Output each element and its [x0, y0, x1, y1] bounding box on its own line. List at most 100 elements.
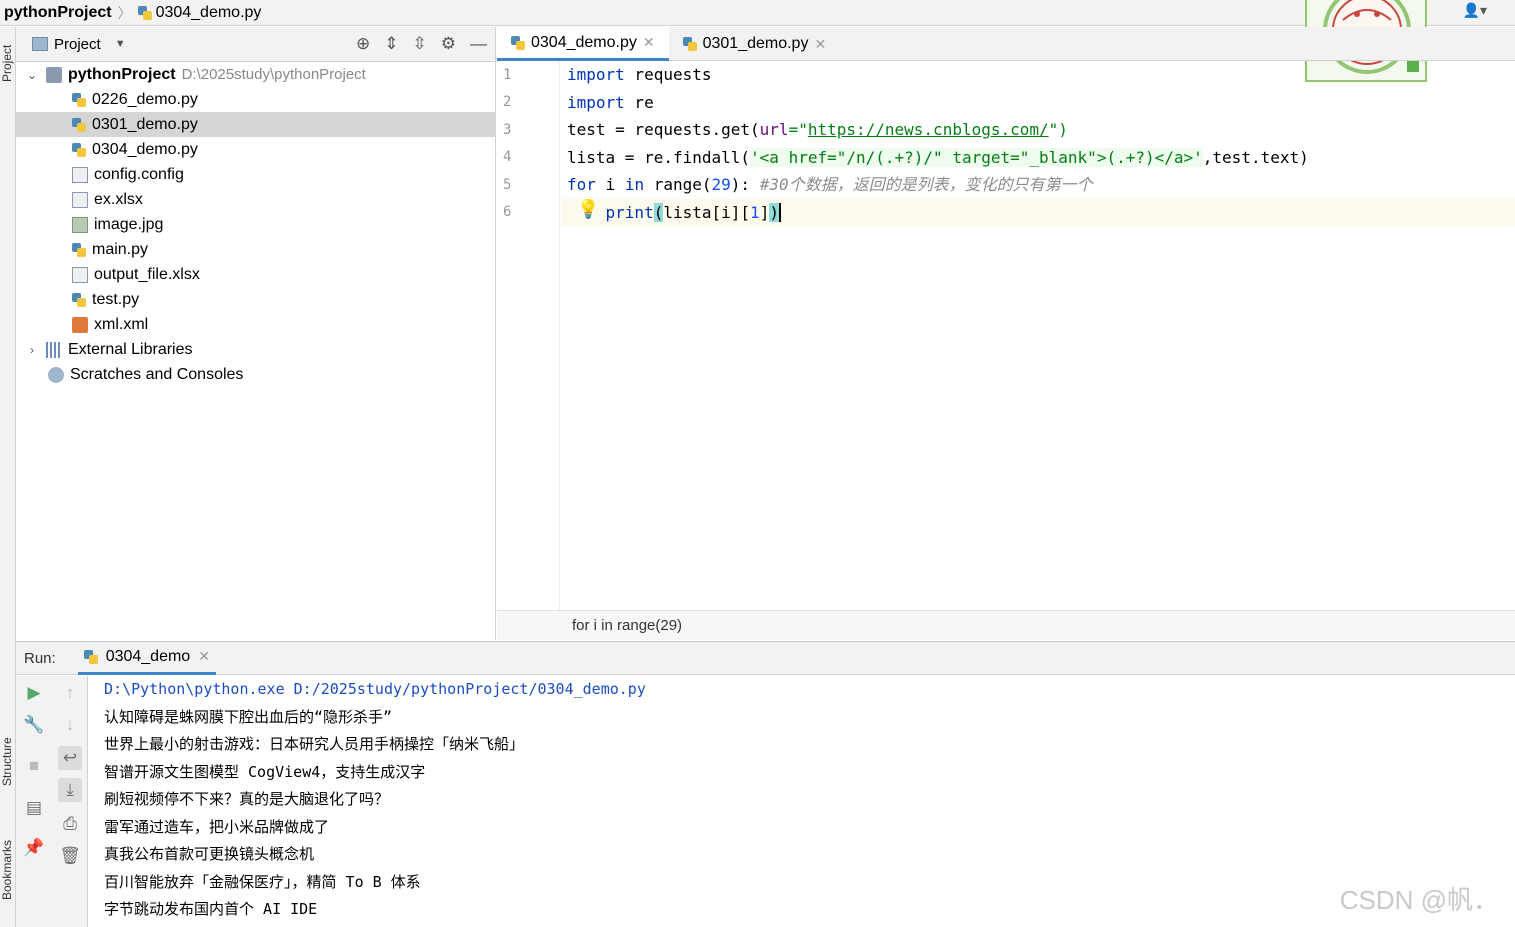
chevron-right-icon[interactable]: › [24, 343, 40, 357]
text-cursor [778, 203, 781, 222]
tree-scratches[interactable]: Scratches and Consoles [16, 362, 495, 387]
console-output-line: 世界上最小的射击游戏：日本研究人员用手柄操控「纳米飞船」 [104, 735, 525, 753]
wrench-icon[interactable]: 🔧 [22, 713, 46, 737]
hide-icon[interactable]: — [470, 34, 487, 54]
file-name-label: ex.xlsx [94, 190, 143, 208]
collapse-all-icon[interactable]: ⇳ [413, 34, 427, 54]
run-label: Run: [24, 649, 56, 667]
editor-tab-0304[interactable]: 0304_demo.py ✕ [497, 27, 669, 61]
xml-file-icon [72, 316, 88, 333]
python-file-icon [72, 142, 86, 157]
lightbulb-icon[interactable]: 💡 [577, 199, 599, 220]
project-tool-window-button[interactable]: Project [0, 33, 16, 93]
close-icon[interactable]: ✕ [814, 36, 826, 53]
rerun-icon[interactable]: ▶ [22, 681, 46, 705]
project-view-icon [32, 37, 48, 51]
tree-file-item[interactable]: main.py [16, 237, 495, 262]
print-icon[interactable]: ⎙ [58, 812, 82, 836]
run-panel-header: Run: 0304_demo ✕ [16, 641, 1515, 675]
arrow-up-icon[interactable]: ↑ [58, 681, 82, 705]
image-file-icon [72, 216, 88, 233]
layout-icon[interactable]: ▤ [22, 796, 46, 820]
tree-file-item[interactable]: xml.xml [16, 312, 495, 337]
arrow-down-icon[interactable]: ↓ [58, 713, 82, 737]
close-icon[interactable]: ✕ [643, 34, 655, 51]
user-menu-icon[interactable]: 👤▾ [1463, 2, 1487, 19]
editor-breadcrumb[interactable]: for i in range(29) [497, 610, 1515, 640]
tree-file-item[interactable]: output_file.xlsx [16, 262, 495, 287]
line-number-gutter[interactable]: 1 2 3 4 5 6 [497, 61, 560, 610]
console-output-line: 刷短视频停不下来？真的是大脑退化了吗？ [104, 790, 390, 808]
console-output-line: 认知障碍是蛛网膜下腔出血后的“隐形杀手” [104, 708, 393, 726]
pin-icon[interactable]: 📌 [22, 836, 46, 860]
code-line-5: for i in range(29): #30个数据，返回的是列表，变化的只有第… [567, 175, 1093, 194]
file-name-label: 0226_demo.py [92, 90, 198, 108]
python-file-icon [72, 242, 86, 257]
code-link[interactable]: https://news.cnblogs.com/ [808, 120, 1049, 139]
line-number: 1 [503, 67, 512, 83]
editor-tab-0301[interactable]: 0301_demo.py ✕ [669, 27, 841, 61]
unknown-file-icon [72, 191, 88, 208]
gear-icon[interactable]: ⚙ [441, 34, 456, 54]
locate-icon[interactable]: ⊕ [356, 34, 370, 54]
code-comment: #30个数据，返回的是列表，变化的只有第一个 [759, 175, 1093, 194]
expand-all-icon[interactable]: ⇕ [384, 34, 398, 54]
stop-icon[interactable]: ■ [22, 754, 46, 778]
file-name-label: xml.xml [94, 315, 149, 333]
python-file-icon [72, 292, 86, 307]
editor-tab-label: 0304_demo.py [531, 33, 637, 51]
breadcrumb-project[interactable]: pythonProject [4, 4, 112, 22]
watermark: CSDN @帆． [1339, 885, 1499, 915]
tree-external-libraries[interactable]: › External Libraries [16, 337, 495, 362]
breadcrumb-file[interactable]: 0304_demo.py [156, 4, 262, 22]
unknown-file-icon [72, 266, 88, 283]
file-name-label: 0304_demo.py [92, 140, 198, 158]
line-number: 2 [503, 94, 512, 110]
library-icon [46, 341, 62, 358]
tree-file-item[interactable]: 0304_demo.py [16, 137, 495, 162]
code-line-4: lista = re.findall('<a href="/n/(.+?)/" … [567, 148, 1309, 167]
line-number: 4 [503, 149, 512, 165]
python-file-icon [72, 117, 86, 132]
tree-root-project[interactable]: ⌄ pythonProject D:\2025study\pythonProje… [16, 62, 495, 87]
chevron-down-icon[interactable]: ⌄ [24, 68, 40, 82]
project-root-name: pythonProject [68, 65, 176, 83]
tree-file-item[interactable]: 0226_demo.py [16, 87, 495, 112]
bookmarks-tool-window-button[interactable]: Bookmarks [0, 822, 16, 917]
tree-file-item[interactable]: image.jpg [16, 212, 495, 237]
scratches-icon [48, 366, 64, 383]
console-output-line: 智谱开源文生图模型 CogView4，支持生成汉字 [104, 763, 426, 781]
project-toolbar: ⊕ ⇕ ⇳ ⚙ — [356, 34, 487, 54]
soft-wrap-icon[interactable]: ↩ [58, 746, 82, 770]
run-tab[interactable]: 0304_demo ✕ [77, 642, 216, 675]
file-name-label: test.py [92, 290, 140, 308]
tree-file-item[interactable]: config.config [16, 162, 495, 187]
breadcrumb-separator-icon: 〉 [117, 4, 132, 21]
code-line-2: import re [567, 93, 654, 112]
external-libraries-label: External Libraries [68, 340, 193, 358]
navigation-bar: pythonProject 〉 0304_demo.py 👤▾ [0, 0, 1515, 26]
line-number: 5 [503, 177, 512, 193]
structure-tool-window-button[interactable]: Structure [0, 717, 16, 807]
chevron-down-icon[interactable]: ▼ [115, 38, 126, 50]
scroll-to-end-icon[interactable]: ⤓ [58, 778, 82, 802]
text-file-icon [72, 166, 88, 183]
console-output-line: 真我公布首款可更换镜头概念机 [104, 845, 315, 863]
tree-file-item[interactable]: 0301_demo.py [16, 112, 495, 137]
tree-file-item[interactable]: ex.xlsx [16, 187, 495, 212]
trash-icon[interactable]: 🗑 [58, 844, 82, 868]
run-console[interactable]: D:\Python\python.exe D:/2025study/python… [89, 676, 1515, 927]
left-tool-strip: Project Structure Bookmarks [0, 27, 16, 927]
run-toolbar: ▶ ↑ 🔧 ↓ ↩ ■ ⤓ ▤ ⎙ 📌 🗑 [16, 676, 88, 927]
console-output-line: 百川智能放弃「金融保医疗」，精简 To B 体系 [104, 873, 421, 891]
project-panel-header: Project ▼ ⊕ ⇕ ⇳ ⚙ — [16, 27, 495, 62]
console-output-line: 雷军通过造车，把小米品牌做成了 [104, 818, 330, 836]
python-file-icon [511, 35, 525, 50]
close-icon[interactable]: ✕ [198, 648, 210, 665]
line-number: 3 [503, 122, 512, 138]
code-line-3: test = requests.get(url="https://news.cn… [567, 120, 1068, 139]
tree-file-item[interactable]: test.py [16, 287, 495, 312]
console-command-line: D:\Python\python.exe D:/2025study/python… [104, 680, 646, 698]
code-editor[interactable]: import requests import re test = request… [561, 61, 1515, 610]
project-panel-title[interactable]: Project [54, 36, 101, 53]
